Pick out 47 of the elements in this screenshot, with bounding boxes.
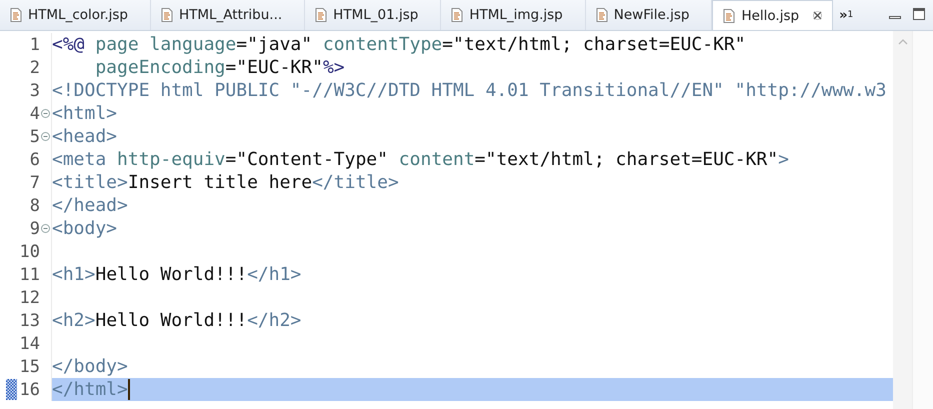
file-icon: [723, 8, 736, 22]
maximize-icon[interactable]: [913, 8, 925, 20]
editor-tab[interactable]: Hello.jsp: [712, 0, 834, 30]
line-number: 6: [28, 150, 40, 170]
close-icon[interactable]: [813, 11, 822, 20]
collapse-icon[interactable]: [41, 109, 50, 118]
line-number: 8: [28, 196, 40, 216]
line-number: 3: [28, 80, 40, 100]
line-number: 9: [28, 218, 40, 238]
file-icon: [596, 8, 608, 22]
file-icon: [10, 8, 22, 22]
line-number: 10: [18, 242, 40, 262]
line-number: 4: [28, 104, 40, 124]
line-number: 14: [18, 334, 40, 354]
collapse-icon[interactable]: [41, 132, 50, 141]
file-icon: [451, 8, 464, 22]
line-number: 15: [18, 356, 40, 376]
editor-tab[interactable]: HTML_img.jsp: [441, 0, 586, 30]
code-line: </html>: [52, 379, 128, 400]
line-number: 13: [18, 310, 40, 330]
code-line: </body>: [52, 356, 128, 377]
line-number: 1: [28, 34, 40, 54]
minimize-icon[interactable]: [889, 16, 901, 20]
code-line: <head>: [52, 126, 118, 147]
code-line: <html>: [52, 103, 118, 124]
editor-tab[interactable]: HTML_color.jsp: [0, 0, 151, 30]
code-line: <title>Insert title here</title>: [52, 172, 399, 193]
code-line: pageEncoding="EUC-KR"%>: [94, 57, 345, 78]
line-number: 11: [18, 264, 40, 284]
code-line: <%@ page language="java" contentType="text/html; charset=EUC-KR": [52, 34, 746, 55]
code-line: <!DOCTYPE html PUBLIC "-//W3C//DTD HTML 4.01 Transitional//EN" "http://www.w3: [52, 80, 886, 101]
code-line: </head>: [52, 195, 128, 216]
line-number: 2: [28, 58, 40, 78]
code-line: <h1>Hello World!!!</h1>: [52, 264, 302, 285]
file-icon: [315, 8, 328, 22]
line-number: 7: [28, 172, 40, 192]
code-line: <body>: [52, 218, 118, 239]
line-number: 16: [18, 380, 40, 400]
collapse-icon[interactable]: [41, 224, 50, 233]
text-cursor: [128, 379, 130, 400]
code-line: <h2>Hello World!!!</h2>: [52, 310, 302, 331]
line-number: 12: [18, 288, 40, 308]
code-line: <meta http-equiv="Content-Type" content="text/html; charset=EUC-KR">: [52, 149, 789, 170]
line-number: 5: [28, 126, 40, 146]
editor-tab[interactable]: HTML_01.jsp: [305, 0, 442, 30]
file-icon: [160, 8, 173, 22]
editor-tab[interactable]: HTML_Attribu...: [150, 0, 306, 30]
